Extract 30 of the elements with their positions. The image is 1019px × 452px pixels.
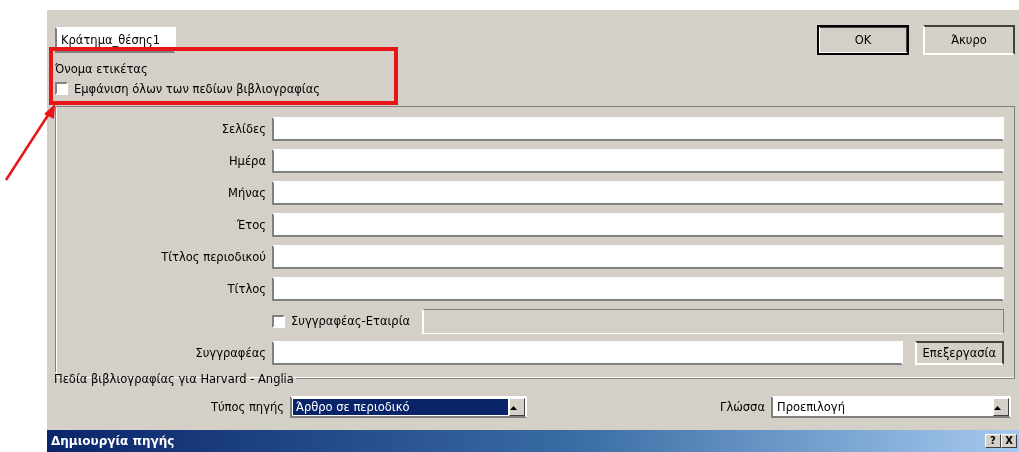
checkbox-label: Συγγραφέας-Εταιρία [291,314,412,329]
field-label: Συγγραφέας [194,346,266,361]
input-field[interactable] [272,149,1004,174]
input-field[interactable] [272,245,1004,270]
dialog-button[interactable]: Άκυρο [923,25,1015,55]
close-button[interactable]: X [1001,434,1017,449]
field-label: Τίτλος περιοδικού [160,250,266,265]
field-label: Γλώσσα [720,400,765,414]
field-label: Τύπος πηγής [209,400,284,414]
input-field[interactable] [272,181,1004,206]
language-dropdown[interactable]: Προεπιλογή [771,396,1011,418]
field-label: Τίτλος [226,282,266,297]
input-field[interactable] [272,213,1004,238]
field-label: Ημέρα [227,154,266,169]
checkbox-label: Εμφάνιση όλων των πεδίων βιβλιογραφίας [74,82,322,96]
group-title: Πεδία βιβλιογραφίας για Harvard - Anglia [53,372,295,386]
field-label: Σελίδες [220,122,266,137]
input-field[interactable] [272,117,1004,142]
checkbox[interactable] [272,315,285,328]
source-type-dropdown[interactable]: Άρθρο σε περιοδικό [290,396,527,418]
field-label: Όνομα ετικέτας [55,62,148,76]
edit-button[interactable]: Επεξεργασία [914,341,1004,366]
window-title: Δημιουργία πηγής [51,434,175,448]
field-label: Μήνας [227,186,266,201]
input-field[interactable] [272,341,903,366]
input-field[interactable] [272,277,1004,302]
field-label: Έτος [235,218,266,233]
dialog-button[interactable]: OK [817,25,909,55]
help-button[interactable]: ? [985,434,1001,449]
checkbox[interactable] [55,82,68,96]
